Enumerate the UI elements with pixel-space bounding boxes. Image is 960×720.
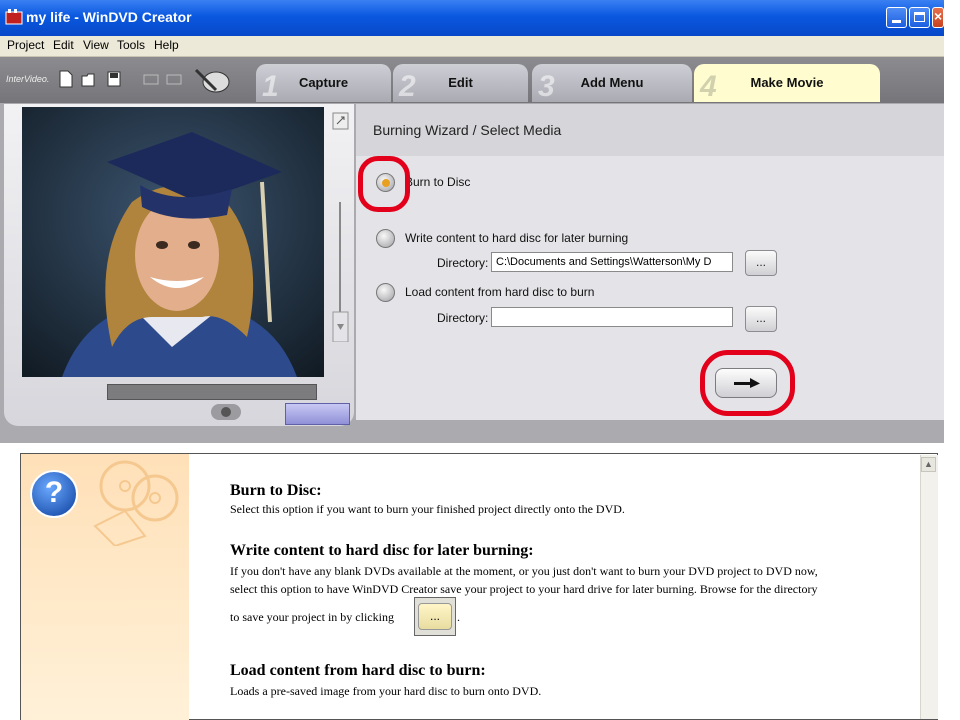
help-heading-burn: Burn to Disc: (230, 482, 322, 499)
write-to-hard-disc-label: Write content to hard disc for later bur… (405, 231, 629, 245)
window-title: my life - WinDVD Creator (26, 9, 192, 25)
undo-icon[interactable] (143, 70, 159, 88)
menu-help[interactable]: Help (154, 38, 179, 52)
tab-label: Add Menu (580, 75, 644, 90)
preview-slider[interactable] (332, 112, 350, 342)
write-to-hard-disc-radio[interactable] (376, 229, 395, 248)
close-button[interactable]: × (932, 7, 944, 28)
annotation-circle-next (700, 350, 795, 416)
close-icon: × (934, 8, 943, 24)
load-from-hard-disc-label: Load content from hard disc to burn (405, 285, 595, 299)
help-text: Loads a pre-saved image from your hard d… (230, 684, 542, 698)
menu-view[interactable]: View (83, 38, 109, 52)
directory-label: Directory: (437, 256, 489, 270)
help-text: select this option to have WinDVD Creato… (230, 582, 818, 596)
preview-photo (22, 107, 324, 377)
tab-make-movie[interactable]: 4 Make Movie (694, 64, 880, 103)
help-text: . (457, 610, 460, 624)
tab-label: Edit (448, 75, 473, 90)
burn-to-disc-label: Burn to Disc (405, 175, 471, 189)
discs-decoration-icon (93, 460, 179, 546)
help-text: If you don't have any blank DVDs availab… (230, 564, 818, 578)
tab-label: Make Movie (750, 75, 824, 90)
tab-add-menu[interactable]: 3 Add Menu (532, 64, 692, 103)
menu-tools[interactable]: Tools (117, 38, 145, 52)
snapshot-button[interactable] (211, 404, 241, 420)
directory-label: Directory: (437, 311, 489, 325)
tab-label: Capture (298, 75, 349, 90)
inline-browse-button: ... (418, 603, 452, 630)
help-scrollbar[interactable] (920, 455, 938, 719)
help-heading-load: Load content from hard disc to burn: (230, 662, 486, 679)
help-heading-write: Write content to hard disc for later bur… (230, 542, 534, 559)
redo-icon[interactable] (166, 70, 182, 88)
help-text: Select this option if you want to burn y… (230, 502, 625, 516)
new-file-icon[interactable] (59, 70, 73, 88)
load-directory-input[interactable] (491, 307, 733, 327)
save-directory-input[interactable] (491, 252, 733, 272)
app-icon (5, 9, 23, 25)
playback-mode-button[interactable] (285, 403, 350, 425)
save-icon[interactable] (107, 70, 121, 88)
browse-save-directory-button[interactable]: ... (745, 250, 777, 276)
minimize-button[interactable] (886, 7, 907, 28)
scroll-up-icon[interactable]: ▲ (921, 457, 936, 472)
help-text: to save your project in by clicking (230, 610, 394, 624)
tab-capture[interactable]: 1 Capture (256, 64, 391, 103)
tab-edit[interactable]: 2 Edit (393, 64, 528, 103)
load-from-hard-disc-radio[interactable] (376, 283, 395, 302)
maximize-button[interactable] (909, 7, 930, 28)
menu-project[interactable]: Project (7, 38, 44, 52)
camera-icon (221, 407, 231, 417)
menu-edit[interactable]: Edit (53, 38, 74, 52)
seek-bar[interactable] (107, 384, 317, 400)
help-question-icon: ? (30, 470, 78, 518)
browse-load-directory-button[interactable]: ... (745, 306, 777, 332)
open-folder-icon[interactable] (81, 70, 95, 88)
annotation-circle-radio (358, 156, 410, 212)
burn-disc-icon[interactable] (194, 66, 230, 96)
wizard-title: Burning Wizard / Select Media (373, 122, 562, 138)
intervideo-logo: InterVideo. (6, 74, 50, 84)
